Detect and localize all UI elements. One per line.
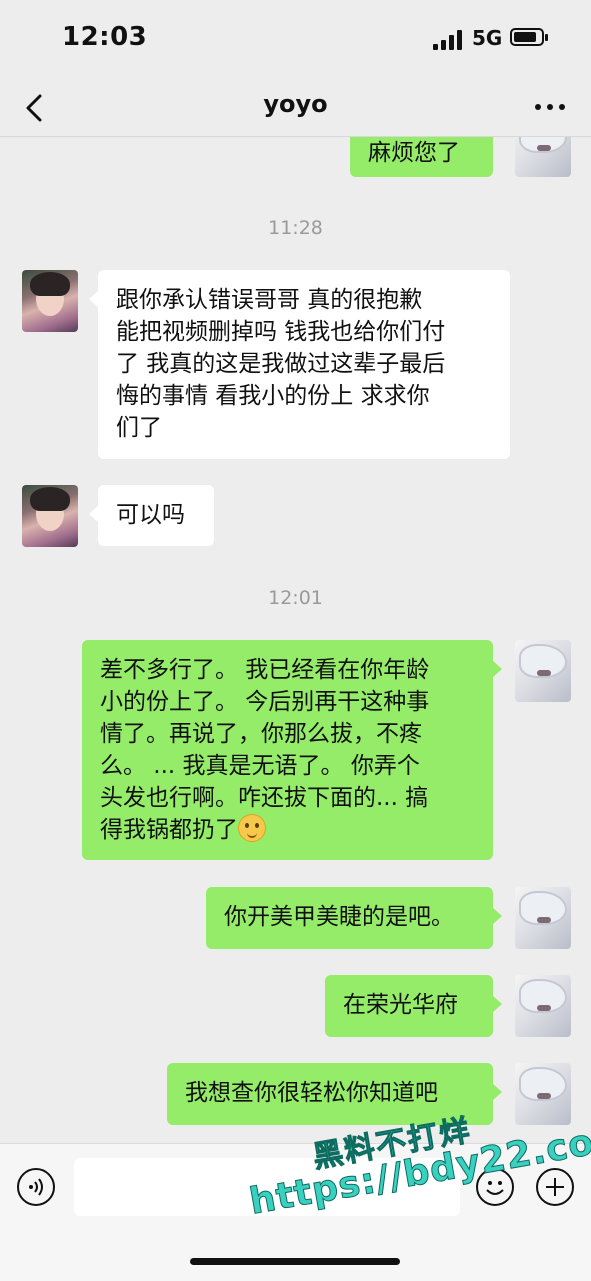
plus-icon bbox=[546, 1178, 564, 1196]
battery-icon bbox=[510, 28, 548, 46]
message-bubble-incoming[interactable]: 跟你承认错误哥哥 真的很抱歉 能把视频删掉吗 钱我也给你们付 了 我真的这是我做… bbox=[89, 270, 510, 459]
home-indicator bbox=[190, 1258, 400, 1265]
more-button[interactable] bbox=[535, 104, 567, 112]
contact-avatar[interactable] bbox=[22, 485, 78, 547]
more-dots-icon bbox=[535, 104, 541, 110]
emoji-button[interactable] bbox=[476, 1168, 514, 1206]
my-avatar[interactable] bbox=[515, 640, 571, 702]
voice-icon bbox=[29, 1178, 43, 1196]
my-avatar[interactable] bbox=[515, 887, 571, 949]
my-avatar[interactable] bbox=[515, 137, 571, 177]
message-bubble-incoming[interactable]: 可以吗 bbox=[89, 485, 214, 546]
network-type: 5G bbox=[472, 26, 503, 50]
timestamp: 12:01 bbox=[268, 587, 323, 609]
timestamp: 11:28 bbox=[268, 217, 323, 239]
message-list[interactable]: 麻烦您了 11:28 跟你承认错误哥哥 真的很抱歉 能把视频删掉吗 钱我也给你们… bbox=[0, 137, 591, 1143]
emoji-icon bbox=[486, 1181, 504, 1195]
message-bubble-outgoing[interactable]: 差不多行了。 我已经看在你年龄 小的份上了。 今后别再干这种事 情了。再说了，你… bbox=[82, 640, 502, 860]
my-avatar[interactable] bbox=[515, 1063, 571, 1125]
message-bubble-outgoing[interactable]: 在荣光华府 bbox=[325, 975, 502, 1037]
contact-avatar[interactable] bbox=[22, 270, 78, 332]
message-bubble-outgoing[interactable]: 你开美甲美睫的是吧。 bbox=[206, 887, 502, 949]
voice-button[interactable] bbox=[17, 1168, 55, 1206]
flushed-emoji-icon bbox=[238, 814, 266, 842]
status-bar: 12:03 5G bbox=[0, 0, 591, 80]
message-bubble-outgoing[interactable]: 麻烦您了 bbox=[350, 137, 493, 177]
chat-header: yoyo bbox=[0, 80, 591, 137]
add-button[interactable] bbox=[536, 1168, 574, 1206]
message-input[interactable] bbox=[74, 1158, 460, 1216]
my-avatar[interactable] bbox=[515, 975, 571, 1037]
signal-icon bbox=[433, 30, 463, 50]
status-time: 12:03 bbox=[62, 22, 148, 52]
message-bubble-outgoing[interactable]: 我想查你很轻松你知道吧 bbox=[167, 1063, 502, 1125]
chat-title: yoyo bbox=[263, 90, 328, 118]
